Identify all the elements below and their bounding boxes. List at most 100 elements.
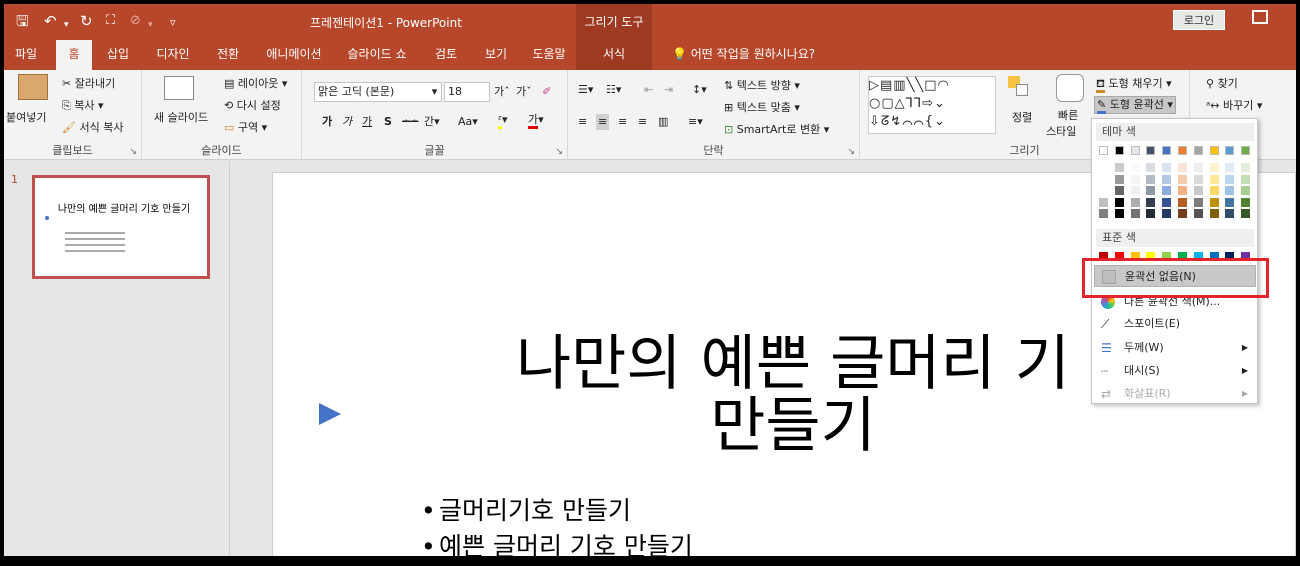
tab-insert[interactable]: 삽입: [98, 40, 138, 70]
undo-dropdown-icon[interactable]: ▾: [64, 16, 69, 34]
font-size-select[interactable]: 18: [444, 82, 490, 102]
arrange-button[interactable]: 정렬: [1012, 110, 1032, 126]
color-swatch[interactable]: [1114, 174, 1124, 184]
undo-icon[interactable]: ↶: [44, 12, 57, 30]
bullets-button[interactable]: ☰▾: [578, 82, 593, 98]
cut-button[interactable]: ✂ 잘라내기: [62, 76, 115, 92]
color-swatch[interactable]: [1114, 186, 1124, 195]
color-swatch[interactable]: [1146, 197, 1156, 207]
decrease-font-icon[interactable]: 가ˇ: [516, 84, 532, 100]
color-swatch[interactable]: [1193, 209, 1203, 218]
align-right-icon[interactable]: ≡: [618, 114, 627, 130]
color-swatch[interactable]: [1130, 174, 1140, 184]
tab-review[interactable]: 검토: [426, 40, 466, 70]
color-swatch[interactable]: [1241, 186, 1251, 195]
start-slideshow-icon[interactable]: ⛶: [106, 12, 115, 30]
color-swatch[interactable]: [1178, 146, 1187, 155]
color-swatch[interactable]: [1114, 197, 1124, 207]
color-swatch[interactable]: [1162, 174, 1172, 184]
align-left-icon[interactable]: ≡: [578, 114, 587, 130]
tab-slideshow[interactable]: 슬라이드 쇼: [338, 40, 416, 70]
touch-mode-icon[interactable]: ⊘: [130, 12, 141, 30]
tab-format[interactable]: 서식: [576, 40, 652, 70]
paragraph-launcher-icon[interactable]: ↘: [847, 147, 855, 157]
touch-dropdown-icon[interactable]: ▾: [148, 16, 153, 34]
color-swatch[interactable]: [1178, 174, 1187, 184]
tab-transitions[interactable]: 전환: [208, 40, 248, 70]
char-spacing-button[interactable]: 간▾: [424, 114, 440, 130]
color-swatch[interactable]: [1130, 209, 1140, 218]
replace-button[interactable]: ᵃ↔ 바꾸기 ▾: [1206, 98, 1262, 114]
color-swatch[interactable]: [1099, 174, 1108, 184]
color-swatch[interactable]: [1130, 186, 1140, 195]
layout-button[interactable]: ▤ 레이아웃 ▾: [224, 76, 287, 92]
new-slide-button[interactable]: 새 슬라이드: [154, 110, 208, 126]
tab-file[interactable]: 파일: [8, 40, 44, 70]
color-swatch[interactable]: [1162, 186, 1172, 195]
color-swatch[interactable]: [1241, 146, 1251, 155]
ribbon-display-options-icon[interactable]: [1252, 10, 1268, 24]
text-direction-button[interactable]: ⇅ 텍스트 방향 ▾: [724, 78, 800, 94]
clear-formatting-icon[interactable]: ✐: [542, 84, 551, 100]
tell-me-search[interactable]: 💡 어떤 작업을 원하시나요?: [672, 40, 815, 70]
save-icon[interactable]: 🖫: [16, 12, 29, 30]
slide-thumbnail[interactable]: 나만의 예쁜 글머리 기호 만들기: [32, 175, 210, 279]
increase-font-icon[interactable]: 가ˆ: [494, 84, 510, 100]
color-swatch[interactable]: [1114, 209, 1124, 218]
shapes-gallery[interactable]: ▷▤▥╲╲□◠ ○▢△⅂⅂⇨⌄ ⇩ᘔ↯⌒⌒{⌄: [868, 76, 996, 134]
copy-button[interactable]: ⎘ 복사 ▾: [62, 98, 104, 114]
redo-icon[interactable]: ↻: [80, 12, 93, 30]
change-case-button[interactable]: Aa▾: [458, 114, 478, 130]
tab-view[interactable]: 보기: [476, 40, 516, 70]
color-swatch[interactable]: [1209, 146, 1219, 155]
color-swatch[interactable]: [1193, 146, 1203, 155]
font-name-dropdown-icon[interactable]: ▾: [428, 82, 442, 102]
quick-styles-line1[interactable]: 빠른: [1058, 108, 1078, 124]
quick-styles-icon[interactable]: [1056, 74, 1084, 102]
color-swatch[interactable]: [1209, 174, 1219, 184]
color-swatch[interactable]: [1130, 146, 1140, 155]
italic-button[interactable]: 가: [342, 114, 352, 130]
color-swatch[interactable]: [1193, 174, 1203, 184]
color-swatch[interactable]: [1162, 163, 1172, 172]
font-launcher-icon[interactable]: ↘: [555, 147, 563, 157]
color-swatch[interactable]: [1241, 163, 1251, 172]
align-center-icon[interactable]: ≡: [596, 114, 610, 130]
color-swatch[interactable]: [1225, 197, 1235, 207]
shape-outline-button[interactable]: ✎ 도형 윤곽선 ▾: [1094, 96, 1176, 114]
paste-icon[interactable]: [18, 74, 48, 100]
color-swatch[interactable]: [1178, 186, 1187, 195]
blue-pentagon-bullet-icon[interactable]: [319, 403, 341, 425]
color-swatch[interactable]: [1225, 146, 1235, 155]
tab-design[interactable]: 디자인: [148, 40, 198, 70]
color-swatch[interactable]: [1241, 174, 1251, 184]
eyedropper-item[interactable]: ⟋ 스포이트(E): [1094, 313, 1256, 335]
color-swatch[interactable]: [1193, 186, 1203, 195]
highlight-color-button[interactable]: ᶻ▾: [498, 112, 508, 129]
login-button[interactable]: 로그인: [1173, 10, 1225, 30]
smartart-button[interactable]: ⊡ SmartArt로 변환 ▾: [724, 122, 829, 138]
color-swatch[interactable]: [1099, 209, 1108, 218]
color-swatch[interactable]: [1225, 209, 1235, 218]
color-swatch[interactable]: [1178, 197, 1187, 207]
color-swatch[interactable]: [1225, 186, 1235, 195]
color-swatch[interactable]: [1225, 163, 1235, 172]
color-swatch[interactable]: [1130, 197, 1140, 207]
color-swatch[interactable]: [1114, 146, 1124, 155]
color-swatch[interactable]: [1099, 197, 1108, 207]
color-swatch[interactable]: [1146, 163, 1156, 172]
decrease-indent-icon[interactable]: ⇤: [644, 82, 653, 98]
section-button[interactable]: ▭ 구역 ▾: [224, 120, 267, 136]
quick-styles-line2[interactable]: 스타일: [1046, 124, 1076, 140]
color-swatch[interactable]: [1099, 146, 1108, 155]
line-spacing-button[interactable]: ↕▾: [692, 82, 707, 98]
strikethrough-button[interactable]: ᆂᆂ: [402, 114, 419, 130]
color-swatch[interactable]: [1162, 209, 1172, 218]
color-swatch[interactable]: [1209, 209, 1219, 218]
color-swatch[interactable]: [1146, 146, 1156, 155]
underline-button[interactable]: 가: [362, 114, 372, 130]
font-color-button[interactable]: 가▾: [528, 112, 544, 129]
color-swatch[interactable]: [1209, 186, 1219, 195]
bold-button[interactable]: 가: [322, 114, 332, 130]
arrows-item[interactable]: ⇄ 화살표(R) ▶: [1094, 383, 1256, 405]
